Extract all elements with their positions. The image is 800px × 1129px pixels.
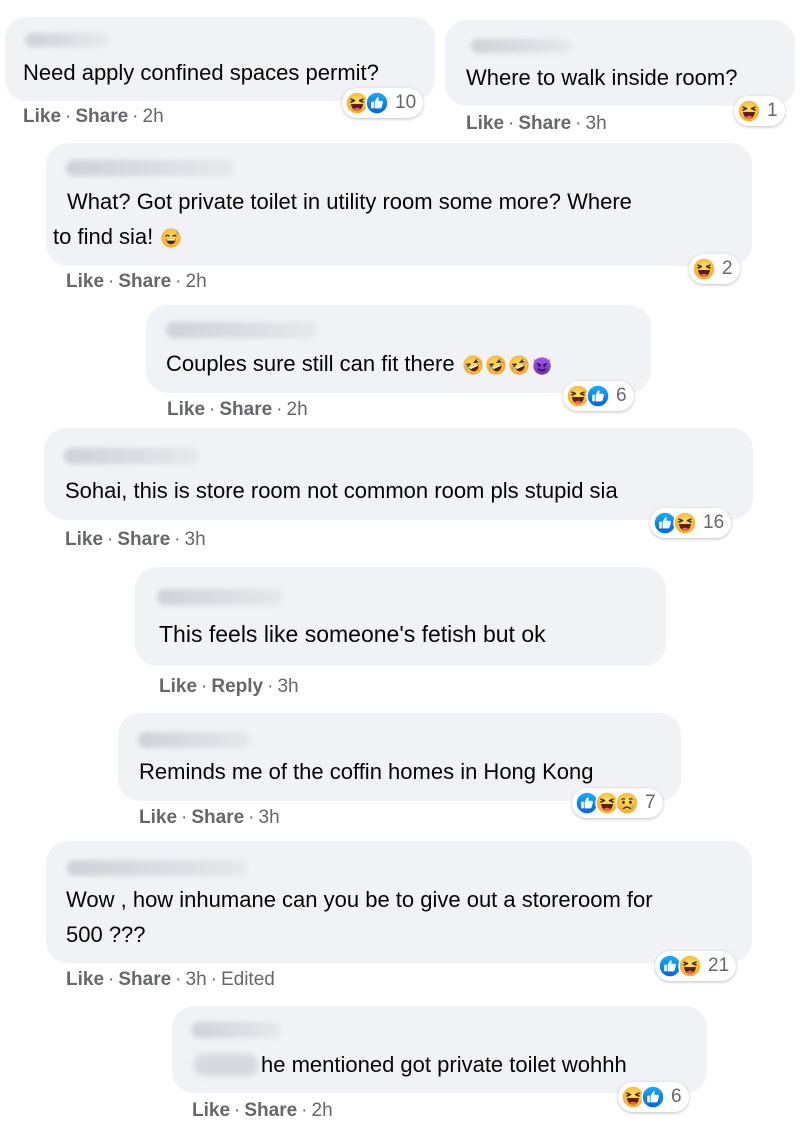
like-button[interactable]: Like (466, 113, 504, 134)
timestamp[interactable]: 3h (586, 113, 607, 134)
share-button[interactable]: Share (191, 807, 244, 828)
reaction-count: 2 (722, 258, 733, 279)
reaction-count: 6 (671, 1086, 682, 1107)
reaction-count: 16 (703, 512, 725, 533)
timestamp[interactable]: 3h (186, 969, 207, 990)
comment-text: Couples sure still can fit there (166, 346, 553, 381)
comment-bubble: Sohai, this is store room not common roo… (44, 428, 753, 520)
rofl-emoji-icon (485, 354, 507, 376)
share-button[interactable]: Share (518, 113, 571, 134)
share-button[interactable]: Share (118, 969, 171, 990)
blurred-author-name[interactable] (67, 860, 247, 876)
comment-actions: Like · Share · 3h (466, 113, 607, 134)
blurred-author-name[interactable] (166, 322, 316, 338)
like-button[interactable]: Like (192, 1100, 230, 1121)
edited-label[interactable]: Edited (221, 969, 275, 990)
comment-actions: Like · Share · 2h (167, 399, 308, 420)
timestamp[interactable]: 2h (143, 106, 164, 127)
blurred-author-name[interactable] (471, 39, 571, 53)
reply-button[interactable]: Reply (211, 676, 263, 697)
comment-bubble: Couples sure still can fit there (146, 305, 651, 393)
comment-actions: Like · Share · 3h (65, 529, 206, 550)
comment-text: This feels like someone's fetish but ok (159, 621, 546, 647)
share-button[interactable]: Share (118, 271, 171, 292)
comment-text: Where to walk inside room? (466, 65, 738, 90)
like-button[interactable]: Like (167, 399, 205, 420)
haha-reaction-icon (678, 954, 702, 978)
comment-actions: Like · Share · 3h · Edited (66, 969, 275, 990)
comment-bubble: Where to walk inside room? (445, 20, 795, 106)
comment-bubble: This feels like someone's fetish but ok (135, 567, 666, 666)
timestamp[interactable]: 3h (259, 807, 280, 828)
blurred-author-name[interactable] (138, 732, 250, 748)
comment-actions: Like · Share · 2h (23, 106, 164, 127)
reaction-count: 6 (616, 385, 627, 406)
timestamp[interactable]: 3h (277, 676, 298, 697)
reaction-count: 7 (645, 792, 656, 813)
share-button[interactable]: Share (117, 529, 170, 550)
like-button[interactable]: Like (159, 676, 197, 697)
reaction-summary[interactable]: 2 (689, 254, 740, 284)
comment-text: Need apply confined spaces permit? (23, 60, 379, 85)
blurred-author-name[interactable] (66, 160, 234, 176)
like-button[interactable]: Like (139, 807, 177, 828)
comment-bubble: Wow , how inhumane can you be to give ou… (46, 841, 752, 963)
timestamp[interactable]: 2h (312, 1100, 333, 1121)
blurred-mention[interactable] (194, 1054, 258, 1076)
comment-text: Sohai, this is store room not common roo… (65, 478, 618, 503)
reaction-count: 1 (767, 100, 778, 121)
reaction-summary[interactable]: 6 (618, 1082, 689, 1112)
comment-text-line-1: Wow , how inhumane can you be to give ou… (66, 887, 653, 912)
reaction-summary[interactable]: 21 (655, 951, 737, 981)
timestamp[interactable]: 2h (186, 271, 207, 292)
comment-actions: Like · Reply · 3h (159, 676, 299, 697)
sweat-smile-emoji-icon (160, 227, 182, 249)
like-button[interactable]: Like (66, 969, 104, 990)
like-button[interactable]: Like (66, 271, 104, 292)
comment-bubble: he mentioned got private toilet wohhh (172, 1006, 707, 1093)
share-button[interactable]: Share (219, 399, 272, 420)
reaction-count: 21 (708, 955, 730, 976)
comment-actions: Like · Share · 2h (192, 1100, 333, 1121)
comment-text: Reminds me of the coffin homes in Hong K… (139, 759, 594, 784)
haha-reaction-icon (692, 257, 716, 281)
reaction-summary[interactable]: 16 (650, 508, 732, 538)
devil-emoji-icon (531, 354, 553, 376)
reaction-summary[interactable]: 6 (563, 381, 634, 411)
comment-bubble: What? Got private toilet in utility room… (46, 143, 752, 266)
blurred-author-name[interactable] (25, 33, 107, 47)
blurred-author-name[interactable] (64, 448, 199, 464)
reaction-summary[interactable]: 7 (572, 788, 663, 818)
haha-reaction-icon (737, 99, 761, 123)
rofl-emoji-icon (508, 354, 530, 376)
blurred-author-name[interactable] (192, 1022, 280, 1038)
reaction-summary[interactable]: 10 (342, 88, 424, 118)
share-button[interactable]: Share (244, 1100, 297, 1121)
reaction-count: 10 (395, 92, 417, 113)
like-reaction-icon (586, 384, 610, 408)
comment-text-line-2: to find sia! (53, 219, 182, 254)
like-reaction-icon (365, 91, 389, 115)
haha-reaction-icon (673, 511, 697, 535)
comment-actions: Like · Share · 2h (66, 271, 207, 292)
timestamp[interactable]: 3h (185, 529, 206, 550)
comment-actions: Like · Share · 3h (139, 807, 280, 828)
sad-reaction-icon (615, 791, 639, 815)
rofl-emoji-icon (462, 354, 484, 376)
comment-text-line-2: 500 ??? (66, 922, 146, 947)
like-reaction-icon (641, 1085, 665, 1109)
comment-text: he mentioned got private toilet wohhh (261, 1052, 627, 1077)
like-button[interactable]: Like (65, 529, 103, 550)
comment-text-line-1: What? Got private toilet in utility room… (67, 189, 632, 214)
like-button[interactable]: Like (23, 106, 61, 127)
reaction-summary[interactable]: 1 (734, 96, 785, 126)
share-button[interactable]: Share (75, 106, 128, 127)
blurred-author-name[interactable] (157, 589, 283, 605)
timestamp[interactable]: 2h (287, 399, 308, 420)
